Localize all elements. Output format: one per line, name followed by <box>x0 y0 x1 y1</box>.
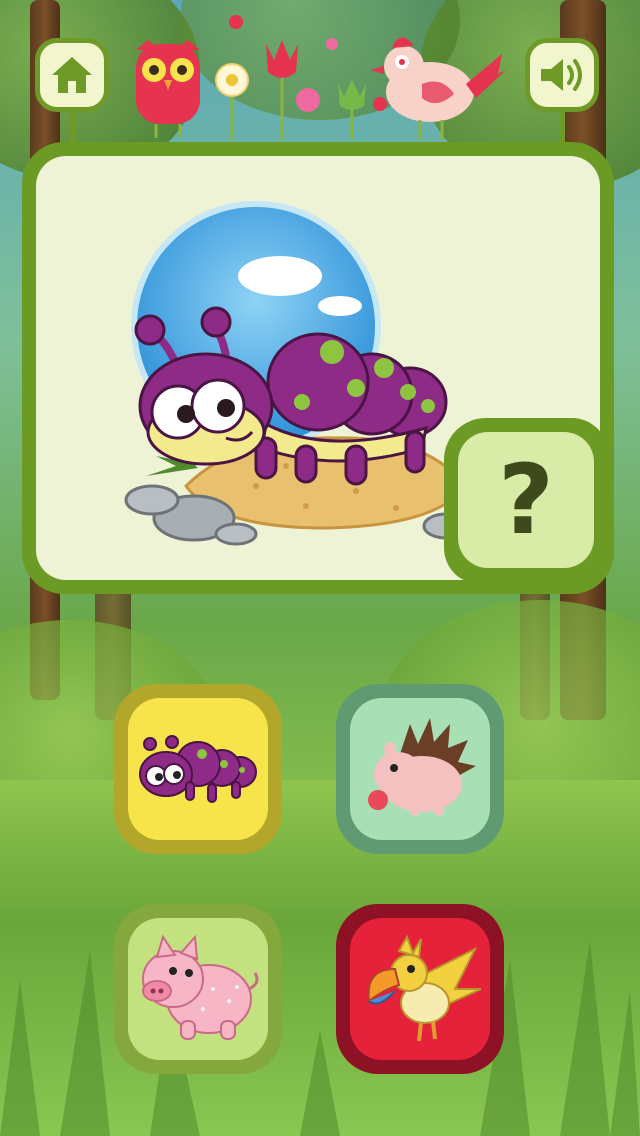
bird-icon <box>370 37 506 140</box>
choice-caterpillar-tile <box>128 698 268 840</box>
home-icon <box>52 57 92 93</box>
home-button[interactable] <box>35 38 109 112</box>
sound-button-stand <box>560 112 565 142</box>
header-decoration <box>136 15 506 140</box>
toucan-icon <box>367 934 482 1042</box>
hint-button[interactable]: ? <box>444 418 608 584</box>
speaker-icon <box>541 59 582 91</box>
choice-pig-tile <box>128 918 268 1060</box>
owl-icon <box>136 40 200 138</box>
pig-icon <box>142 934 259 1040</box>
home-button-stand <box>70 112 75 142</box>
choice-pig[interactable] <box>114 904 282 1074</box>
choice-toucan-tile <box>350 918 490 1060</box>
sound-button[interactable] <box>525 38 599 112</box>
choice-hedgehog-tile <box>350 698 490 840</box>
caterpillar-icon <box>139 735 257 803</box>
choice-hedgehog[interactable] <box>336 684 504 854</box>
hedgehog-icon <box>368 718 476 816</box>
choice-toucan[interactable] <box>336 904 504 1074</box>
question-mark-label: ? <box>458 432 594 568</box>
choice-caterpillar[interactable] <box>114 684 282 854</box>
